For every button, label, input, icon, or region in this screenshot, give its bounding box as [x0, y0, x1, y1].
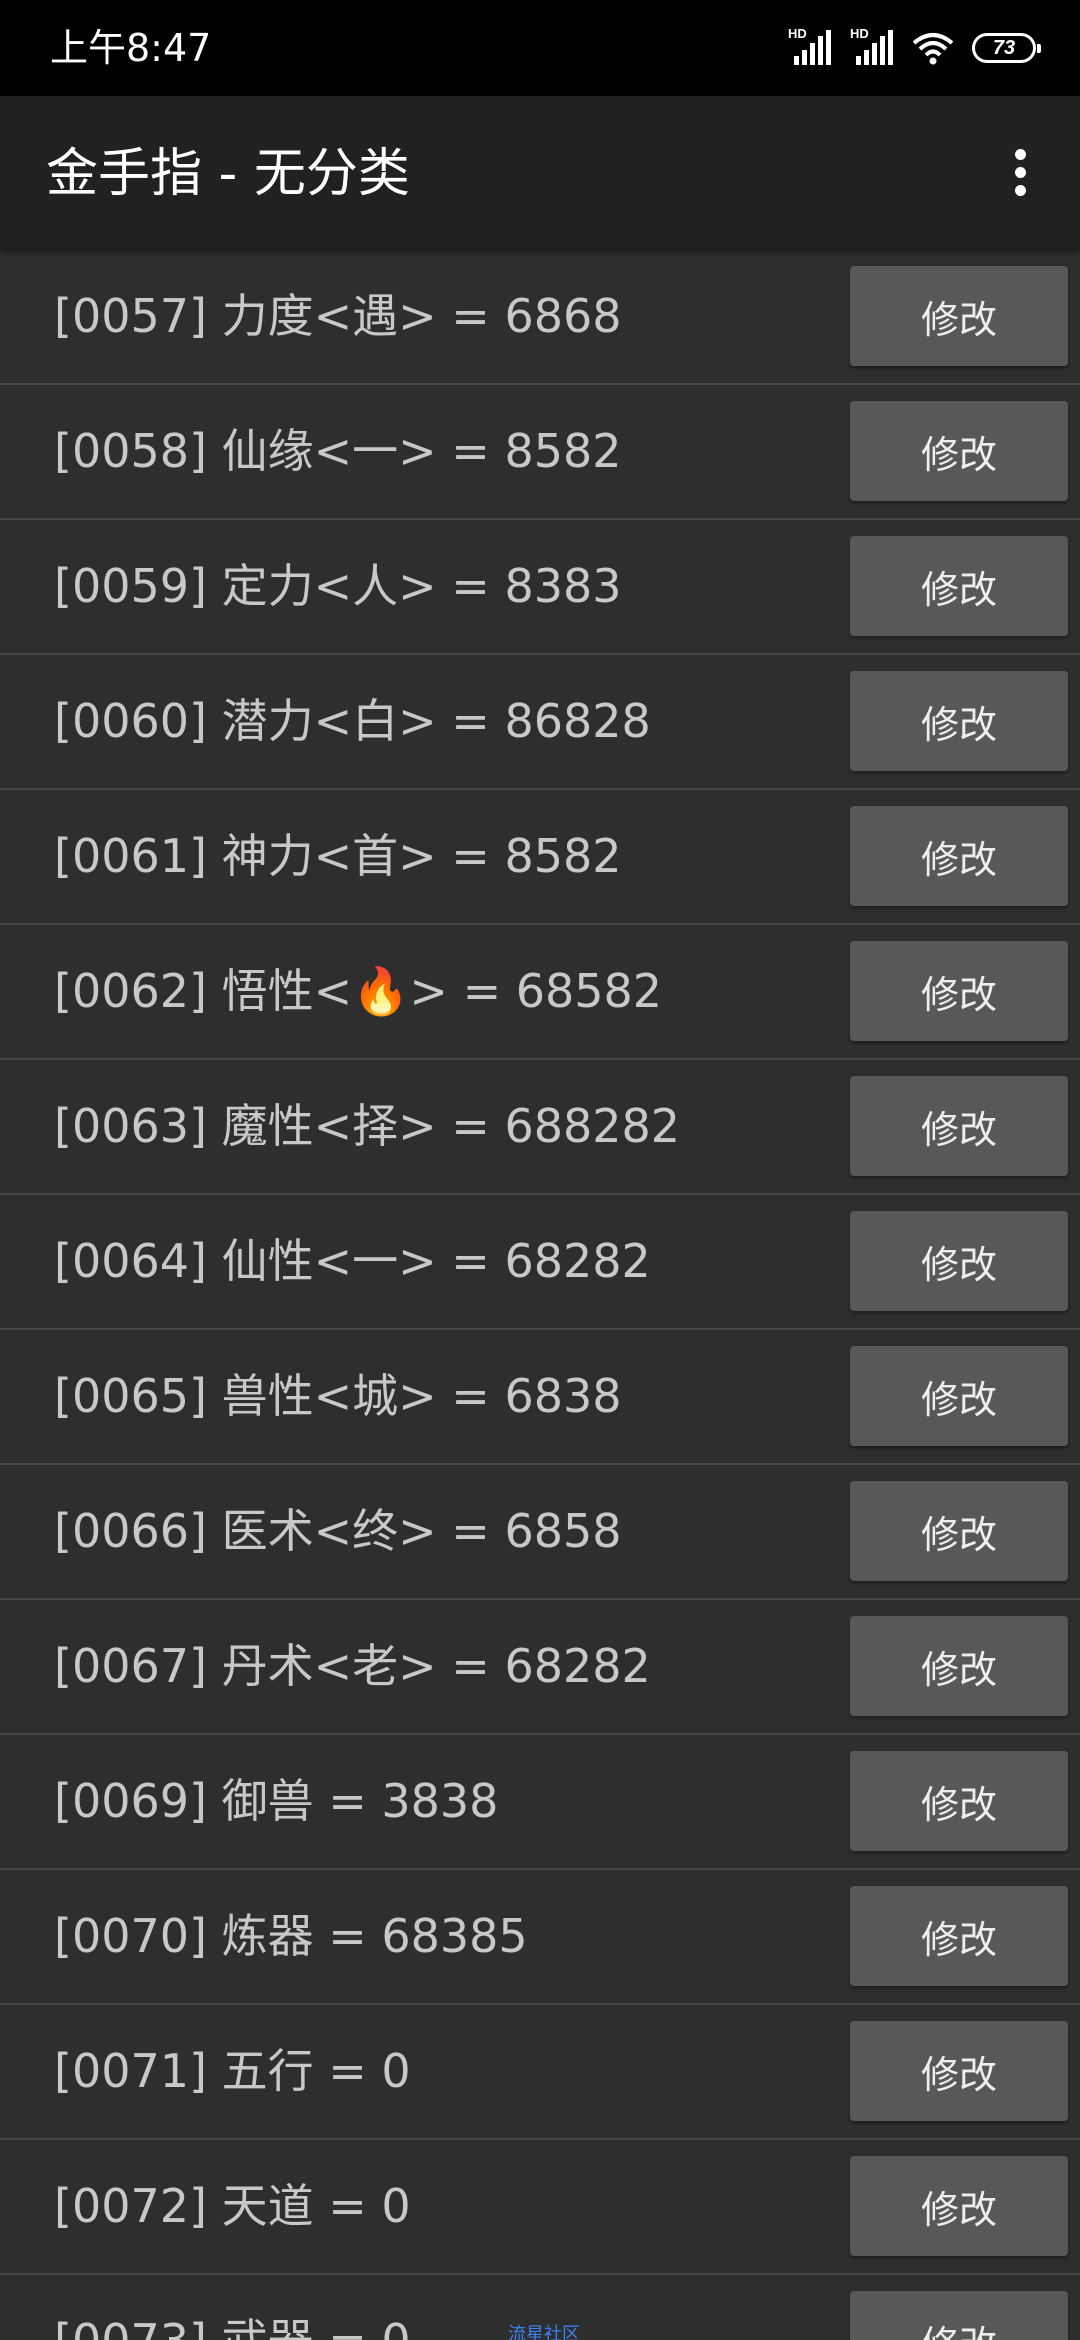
item-label: [0066] 医术<终> = 6858	[54, 1504, 622, 1558]
item-label: [0060] 潜力<白> = 86828	[54, 694, 651, 748]
status-time: 上午8:47	[50, 26, 212, 70]
hd-label: HD	[850, 26, 869, 41]
list-item: [0072] 天道 = 0 修改	[0, 2140, 1080, 2275]
hd-label: HD	[788, 26, 807, 41]
battery-icon: 73	[972, 33, 1041, 63]
item-label: [0073] 武器 = 0	[54, 2311, 411, 2340]
edit-button[interactable]: 修改	[850, 1346, 1068, 1446]
item-label: [0069] 御兽 = 3838	[54, 1774, 499, 1828]
app-bar: 金手指 - 无分类	[0, 96, 1080, 248]
edit-button[interactable]: 修改	[850, 2021, 1068, 2121]
list-item: [0065] 兽性<城> = 6838 修改	[0, 1330, 1080, 1465]
edit-button[interactable]: 修改	[850, 266, 1068, 366]
page-title: 金手指 - 无分类	[46, 144, 410, 204]
item-label: [0058] 仙缘<一> = 8582	[54, 424, 622, 478]
item-label: [0057] 力度<遇> = 6868	[54, 289, 622, 343]
list-item: [0070] 炼器 = 68385 修改	[0, 1870, 1080, 2005]
status-bar: 上午8:47 HD HD 73	[0, 0, 1080, 96]
menu-dot	[1014, 166, 1026, 178]
edit-button[interactable]: 修改	[850, 2291, 1068, 2340]
list-item: [0063] 魔性<择> = 688282 修改	[0, 1060, 1080, 1195]
edit-button[interactable]: 修改	[850, 1481, 1068, 1581]
watermark: 流星社区	[508, 2324, 580, 2340]
list-item: [0061] 神力<首> = 8582 修改	[0, 790, 1080, 925]
item-label: [0061] 神力<首> = 8582	[54, 829, 622, 883]
more-vertical-icon[interactable]	[990, 136, 1050, 208]
edit-button[interactable]: 修改	[850, 1751, 1068, 1851]
edit-button[interactable]: 修改	[850, 2156, 1068, 2256]
list-item: [0057] 力度<遇> = 6868 修改	[0, 250, 1080, 385]
edit-button[interactable]: 修改	[850, 1616, 1068, 1716]
item-label: [0072] 天道 = 0	[54, 2179, 411, 2233]
edit-button[interactable]: 修改	[850, 671, 1068, 771]
list-item: [0059] 定力<人> = 8383 修改	[0, 520, 1080, 655]
list-item: [0069] 御兽 = 3838 修改	[0, 1735, 1080, 1870]
status-icons: HD HD 73	[788, 26, 1041, 68]
edit-button[interactable]: 修改	[850, 536, 1068, 636]
screen: 上午8:47 HD HD 73 金手指 - 无分类 [0057] 力度<遇> =…	[0, 0, 1080, 2340]
signal-hd-icon: HD	[850, 26, 894, 66]
menu-dot	[1014, 184, 1026, 196]
edit-button[interactable]: 修改	[850, 941, 1068, 1041]
item-label: [0062] 悟性<🔥> = 68582	[54, 964, 663, 1018]
wifi-icon	[912, 33, 954, 65]
item-label: [0059] 定力<人> = 8383	[54, 559, 622, 613]
list-item: [0067] 丹术<老> = 68282 修改	[0, 1600, 1080, 1735]
item-label: [0071] 五行 = 0	[54, 2044, 411, 2098]
edit-button[interactable]: 修改	[850, 806, 1068, 906]
cheat-list: [0057] 力度<遇> = 6868 修改 [0058] 仙缘<一> = 85…	[0, 250, 1080, 2340]
list-item: [0064] 仙性<一> = 68282 修改	[0, 1195, 1080, 1330]
item-label: [0065] 兽性<城> = 6838	[54, 1369, 622, 1423]
item-label: [0064] 仙性<一> = 68282	[54, 1234, 651, 1288]
list-item: [0071] 五行 = 0 修改	[0, 2005, 1080, 2140]
edit-button[interactable]: 修改	[850, 1211, 1068, 1311]
item-label: [0067] 丹术<老> = 68282	[54, 1639, 651, 1693]
menu-dot	[1014, 148, 1026, 160]
item-label: [0063] 魔性<择> = 688282	[54, 1099, 681, 1153]
signal-hd-icon: HD	[788, 26, 832, 66]
list-item: [0058] 仙缘<一> = 8582 修改	[0, 385, 1080, 520]
edit-button[interactable]: 修改	[850, 1076, 1068, 1176]
item-label: [0070] 炼器 = 68385	[54, 1909, 528, 1963]
edit-button[interactable]: 修改	[850, 401, 1068, 501]
list-item: [0066] 医术<终> = 6858 修改	[0, 1465, 1080, 1600]
list-item: [0060] 潜力<白> = 86828 修改	[0, 655, 1080, 790]
edit-button[interactable]: 修改	[850, 1886, 1068, 1986]
list-item: [0062] 悟性<🔥> = 68582 修改	[0, 925, 1080, 1060]
